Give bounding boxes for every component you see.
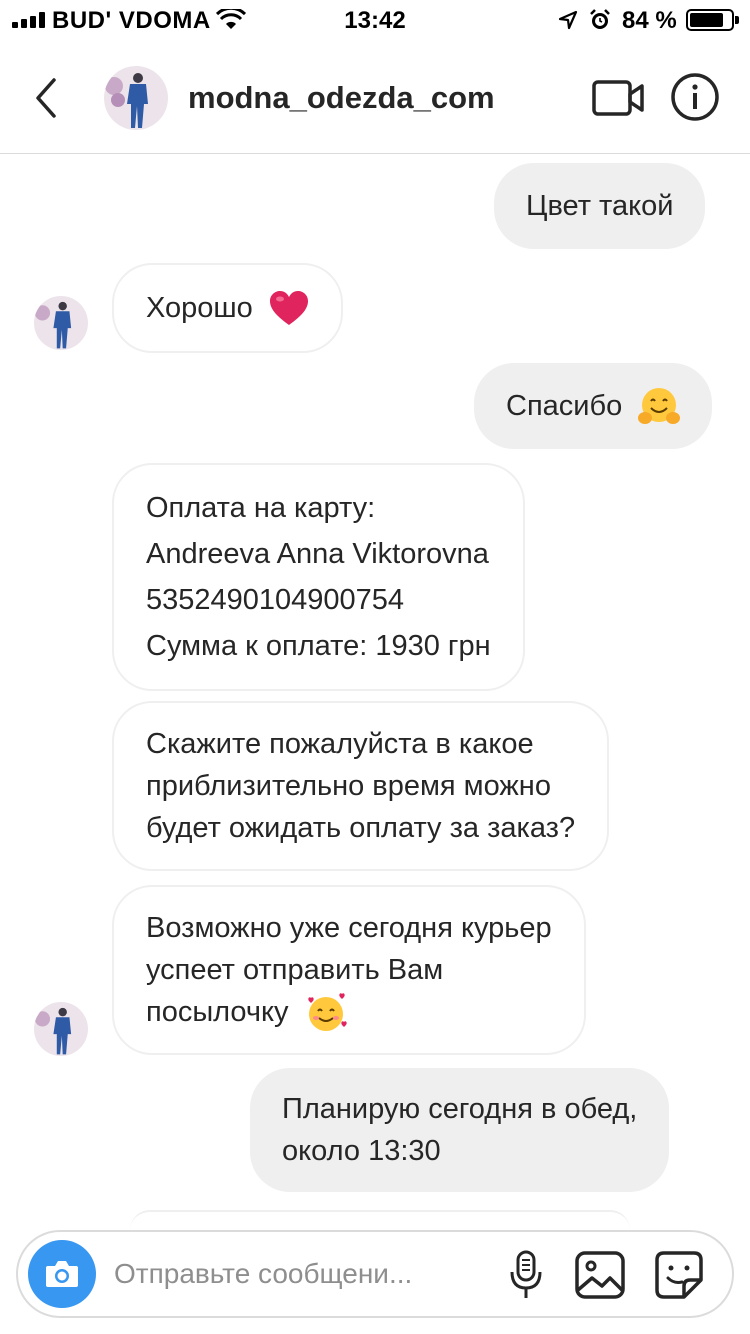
- message-line: Сумма к оплате: 1930 грн: [146, 630, 491, 662]
- avatar[interactable]: [104, 66, 168, 130]
- message-text: Спасибо: [506, 390, 623, 422]
- message-line: около 13:30: [282, 1135, 441, 1167]
- message-line: 5352490104900754: [146, 584, 405, 616]
- video-call-icon[interactable]: [590, 74, 646, 122]
- message-line: посылочку: [146, 996, 289, 1028]
- back-chevron-icon[interactable]: [26, 70, 66, 126]
- message-composer: [16, 1230, 734, 1318]
- message-incoming[interactable]: Скажите пожалуйста в какое приблизительн…: [112, 701, 610, 871]
- info-icon[interactable]: [670, 72, 720, 122]
- battery-percent: 84 %: [622, 7, 677, 34]
- message-partial-outline: [130, 1210, 630, 1230]
- camera-icon: [46, 1261, 78, 1287]
- hugging-face-icon: [638, 388, 681, 425]
- message-incoming[interactable]: Хорошо: [112, 263, 343, 353]
- message-incoming[interactable]: Оплата на карту: Andreeva Anna Viktorovn…: [112, 463, 525, 691]
- message-line: Планирую сегодня в обед,: [282, 1093, 638, 1125]
- message-outgoing[interactable]: Цвет такой: [494, 163, 706, 249]
- message-line: Andreeva Anna Viktorovna: [146, 538, 489, 570]
- sticker-icon[interactable]: [654, 1250, 704, 1300]
- camera-button[interactable]: [28, 1240, 96, 1308]
- message-incoming[interactable]: Возможно уже сегодня курьер успеет отпра…: [112, 885, 586, 1056]
- message-outgoing[interactable]: Спасибо: [474, 363, 713, 449]
- message-line: будет ожидать оплату за заказ?: [146, 812, 576, 844]
- message-line: успеет отправить Вам: [146, 954, 444, 986]
- message-text: Хорошо: [146, 292, 253, 324]
- location-arrow-icon: [558, 10, 578, 30]
- message-text: Цвет такой: [526, 190, 674, 222]
- message-line: приблизительно время можно: [146, 770, 551, 802]
- red-heart-icon: [269, 291, 308, 326]
- sender-avatar[interactable]: [34, 1002, 88, 1056]
- chat-username[interactable]: modna_odezda_com: [188, 80, 495, 116]
- message-line: Скажите пожалуйста в какое: [146, 728, 534, 760]
- battery-icon: [686, 9, 739, 31]
- sender-avatar[interactable]: [34, 296, 88, 350]
- message-line: Возможно уже сегодня курьер: [146, 912, 552, 944]
- message-outgoing[interactable]: Планирую сегодня в обед, около 13:30: [250, 1068, 670, 1192]
- battery-level: [690, 13, 723, 27]
- gallery-icon[interactable]: [574, 1250, 626, 1300]
- alarm-icon: [590, 9, 610, 29]
- chat-header: modna_odezda_com: [0, 42, 750, 154]
- microphone-icon[interactable]: [506, 1248, 546, 1302]
- message-input[interactable]: [114, 1252, 474, 1296]
- smiling-face-with-hearts-icon: [307, 993, 347, 1032]
- message-line: Оплата на карту:: [146, 492, 376, 524]
- status-bar: BUD' VDOMA 13:42 84 %: [0, 0, 750, 42]
